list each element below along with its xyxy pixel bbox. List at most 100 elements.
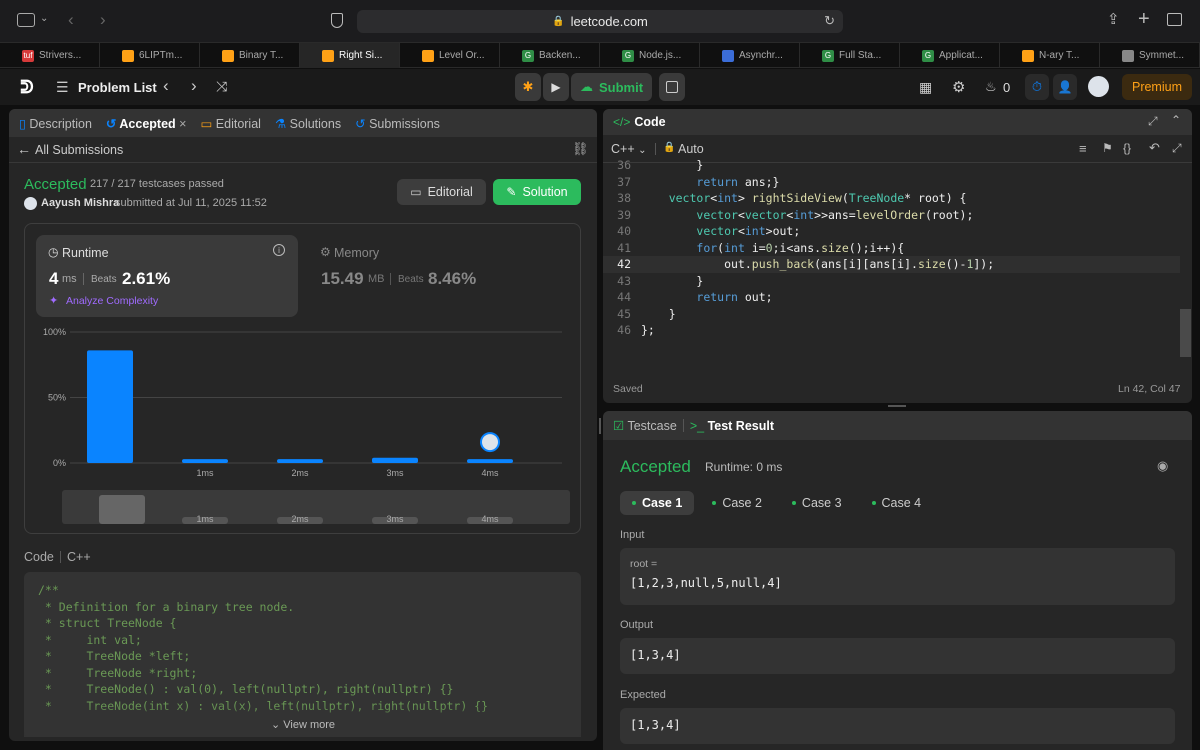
editor-line[interactable]: 39 vector<vector<int>>ans=levelOrder(roo… <box>603 207 1180 224</box>
editor-line[interactable]: 45 } <box>603 306 1180 323</box>
share-icon[interactable]: ⇪ <box>1107 10 1120 28</box>
problem-list-link[interactable]: Problem List <box>78 80 157 95</box>
undo-icon[interactable]: ↶ <box>1149 140 1160 156</box>
top-nav: ᕲ ☰ Problem List ‹ › ⤨ ✱ ▶ ☁ Submit ▦ ⚙ … <box>0 69 1200 105</box>
tab-editorial[interactable]: ▭ Editorial <box>200 116 260 131</box>
shuffle-icon[interactable]: ⤨ <box>216 78 227 95</box>
tab-submissions[interactable]: ↺ Submissions <box>355 116 440 131</box>
editor-line[interactable]: 38 vector<int> rightSideView(TreeNode* r… <box>603 190 1180 207</box>
all-submissions-link[interactable]: All Submissions <box>35 143 123 157</box>
info-icon[interactable]: i <box>273 244 285 256</box>
language-select[interactable]: C++ ⌄ <box>611 142 647 156</box>
browser-tab[interactable]: N-ary T... <box>1000 43 1100 68</box>
browser-tab[interactable]: Level Or... <box>400 43 500 68</box>
user-name[interactable]: Aayush Mishra <box>41 197 119 209</box>
tab-overview-icon[interactable] <box>1167 13 1182 26</box>
view-more-link[interactable]: ⌄ View more <box>271 718 335 731</box>
resize-handle-vertical[interactable] <box>599 418 601 434</box>
browser-tab[interactable]: Asynchr... <box>700 43 800 68</box>
editor-line[interactable]: 44 return out; <box>603 289 1180 306</box>
run-button[interactable]: ▶ <box>543 73 569 101</box>
address-bar[interactable]: 🔒 leetcode.com ↻ <box>357 10 843 33</box>
editor-line[interactable]: 41 for(int i=0;i<ans.size();i++){ <box>603 240 1180 257</box>
back-arrow-icon[interactable]: ← <box>17 141 31 157</box>
list-icon[interactable]: ☰ <box>56 79 69 96</box>
chevron-down-icon[interactable]: ⌄ <box>40 13 48 24</box>
case-tab-label: Case 4 <box>881 496 922 510</box>
leetcode-logo-icon[interactable]: ᕲ <box>18 77 36 97</box>
avatar[interactable] <box>1088 76 1109 97</box>
tab-accepted[interactable]: ↺ Accepted × <box>106 116 187 131</box>
editor-line[interactable]: 40 vector<int>out; <box>603 223 1180 240</box>
resize-handle[interactable] <box>888 405 906 407</box>
flask-icon: ⚗ <box>274 116 287 131</box>
forward-icon[interactable]: › <box>100 10 106 30</box>
chevron-up-icon[interactable]: ⌃ <box>1171 113 1181 127</box>
editor-line[interactable]: 37 return ans;} <box>603 174 1180 191</box>
browser-tab[interactable]: Right Si... <box>300 43 400 68</box>
editor-line[interactable]: 46}; <box>603 322 1180 339</box>
next-problem-icon[interactable]: › <box>191 76 197 96</box>
case-tab[interactable]: Case 2 <box>700 491 774 515</box>
back-icon[interactable]: ‹ <box>68 10 74 30</box>
favicon-icon <box>722 49 734 62</box>
saved-status: Saved <box>613 383 643 395</box>
editor-line[interactable]: 36 } <box>603 157 1180 174</box>
premium-button[interactable]: Premium <box>1122 74 1192 100</box>
browser-tab[interactable]: G Full Sta... <box>800 43 900 68</box>
format-icon[interactable]: ≡ <box>1079 141 1087 156</box>
editor-code-area[interactable]: 36 } 37 return ans;} 38 vector<int> rightS… <box>603 157 1180 347</box>
link-icon[interactable]: ⛓ <box>572 141 589 157</box>
analyze-complexity-link[interactable]: Analyze Complexity <box>66 295 158 307</box>
expand-icon[interactable]: ⤢ <box>1148 114 1158 129</box>
gear-icon[interactable]: ⚙ <box>952 78 965 96</box>
tab-solutions[interactable]: ⚗ Solutions <box>275 116 341 131</box>
bookmark-icon[interactable]: ⚑ <box>1102 141 1113 155</box>
invite-button[interactable]: 👤 <box>1053 74 1077 100</box>
editorial-button[interactable]: ▭ Editorial <box>397 179 486 205</box>
browser-tab[interactable]: Binary T... <box>200 43 300 68</box>
memory-card[interactable]: ⚙ Memory 15.49 MB Beats 8.46% <box>310 235 572 317</box>
browser-tab[interactable]: G Applicat... <box>900 43 1000 68</box>
shield-icon[interactable] <box>331 13 343 28</box>
eye-icon[interactable]: ◉ <box>1157 458 1168 474</box>
browser-tab[interactable]: Symmet... <box>1100 43 1200 68</box>
tab-description[interactable]: ▯ Description <box>19 116 92 131</box>
tab-testcase[interactable]: ☑ Testcase <box>613 418 677 433</box>
submit-button[interactable]: ☁ Submit <box>571 73 652 101</box>
timer-button[interactable]: ⏱ <box>1025 74 1049 100</box>
runtime-card[interactable]: ◷ Runtime i 4 ms Beats 2.61% ✦ Analyze C… <box>36 235 298 317</box>
new-tab-icon[interactable]: + <box>1138 8 1150 31</box>
prev-problem-icon[interactable]: ‹ <box>163 76 169 96</box>
input-variable: root = <box>630 558 658 570</box>
testcases-passed: 217 / 217 testcases passed <box>90 178 224 190</box>
browser-tab[interactable]: G Node.js... <box>600 43 700 68</box>
case-tab[interactable]: Case 3 <box>780 491 854 515</box>
chart-bar <box>277 459 323 463</box>
case-tab[interactable]: Case 1 <box>620 491 695 515</box>
browser-tab-label: Symmet... <box>1139 50 1185 61</box>
left-panel: ▯ Description ↺ Accepted × ▭ Editorial ⚗… <box>9 109 597 741</box>
case-tab[interactable]: Case 4 <box>860 491 934 515</box>
braces-icon[interactable]: {} <box>1123 141 1131 155</box>
close-icon[interactable]: × <box>179 117 186 131</box>
notes-button[interactable] <box>659 73 685 101</box>
expand-icon[interactable]: ⤢ <box>1172 141 1182 156</box>
memory-beats: 8.46% <box>428 269 477 288</box>
reload-icon[interactable]: ↻ <box>824 13 835 29</box>
sidebar-toggle-icon[interactable] <box>17 13 35 27</box>
auto-mode[interactable]: Auto <box>678 142 704 156</box>
solution-button[interactable]: ✎ Solution <box>493 179 581 205</box>
browser-tab[interactable]: G Backen... <box>500 43 600 68</box>
layout-icon[interactable]: ▦ <box>919 79 932 96</box>
favicon-icon: tuf <box>22 49 34 62</box>
browser-tab[interactable]: 6LIPTm... <box>100 43 200 68</box>
editor-line[interactable]: 42 out.push_back(ans[i][ans[i].size()-1]… <box>603 256 1180 273</box>
tab-test-result[interactable]: >_ Test Result <box>690 419 774 433</box>
debug-button[interactable]: ✱ <box>515 73 541 101</box>
editor-scrollbar[interactable] <box>1180 309 1191 357</box>
editor-line[interactable]: 43 } <box>603 273 1180 290</box>
streak-icon[interactable]: ♨ <box>985 79 997 95</box>
browser-tab[interactable]: tuf Strivers... <box>0 43 100 68</box>
runtime-distribution-chart[interactable]: 100% 50% 0% 1ms 2ms 3ms 4ms 1ms 2ms 3ms 4ms <box>25 320 580 532</box>
